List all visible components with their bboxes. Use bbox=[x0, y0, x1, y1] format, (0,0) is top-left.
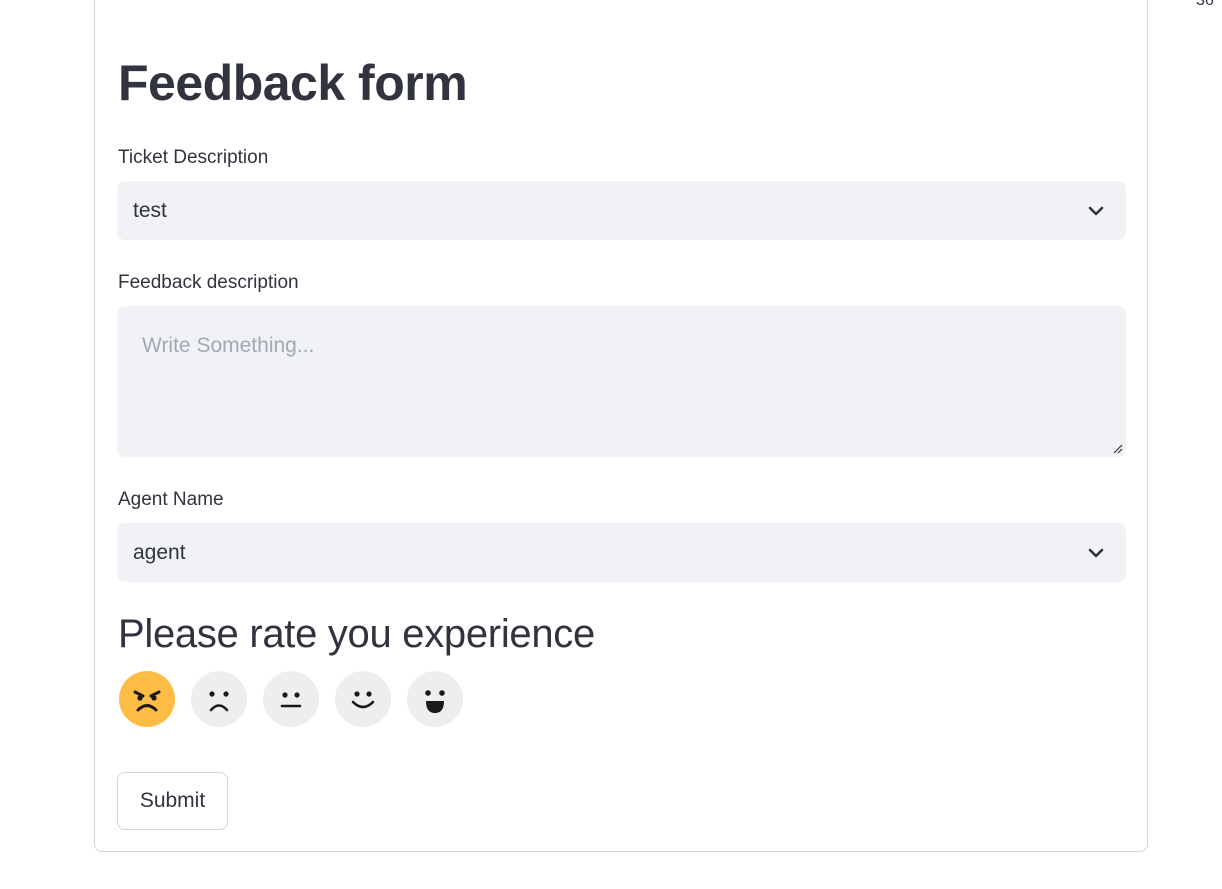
resize-handle-icon[interactable] bbox=[1111, 442, 1123, 454]
sad-face-icon bbox=[209, 691, 229, 712]
agent-name-value: agent bbox=[133, 541, 186, 564]
ticket-description-value: test bbox=[133, 199, 167, 222]
feedback-form-card: Feedback form Ticket Description test Fe… bbox=[94, 0, 1148, 852]
rating-sad-button[interactable] bbox=[191, 671, 247, 727]
feedback-description-label: Feedback description bbox=[118, 272, 299, 293]
ticket-description-label: Ticket Description bbox=[118, 147, 269, 168]
rating-smile-button[interactable] bbox=[335, 671, 391, 727]
agent-name-label: Agent Name bbox=[118, 489, 224, 510]
feedback-description-input[interactable] bbox=[117, 306, 1126, 457]
neutral-face-icon bbox=[280, 692, 302, 708]
page-title: Feedback form bbox=[118, 55, 468, 111]
feedback-description-field bbox=[117, 306, 1126, 457]
agent-name-select[interactable]: agent bbox=[117, 523, 1126, 582]
corner-text: 36 bbox=[1196, 0, 1214, 9]
rating-happy-button[interactable] bbox=[407, 671, 463, 727]
ticket-description-select[interactable]: test bbox=[117, 181, 1126, 240]
happy-face-icon bbox=[425, 690, 445, 713]
submit-button[interactable]: Submit bbox=[117, 772, 228, 830]
angry-face-icon bbox=[133, 690, 161, 712]
smile-face-icon bbox=[351, 691, 375, 709]
rating-angry-button[interactable] bbox=[119, 671, 175, 727]
rating-heading: Please rate you experience bbox=[118, 612, 595, 656]
chevron-down-icon bbox=[1088, 206, 1104, 216]
rating-neutral-button[interactable] bbox=[263, 671, 319, 727]
chevron-down-icon bbox=[1088, 548, 1104, 558]
